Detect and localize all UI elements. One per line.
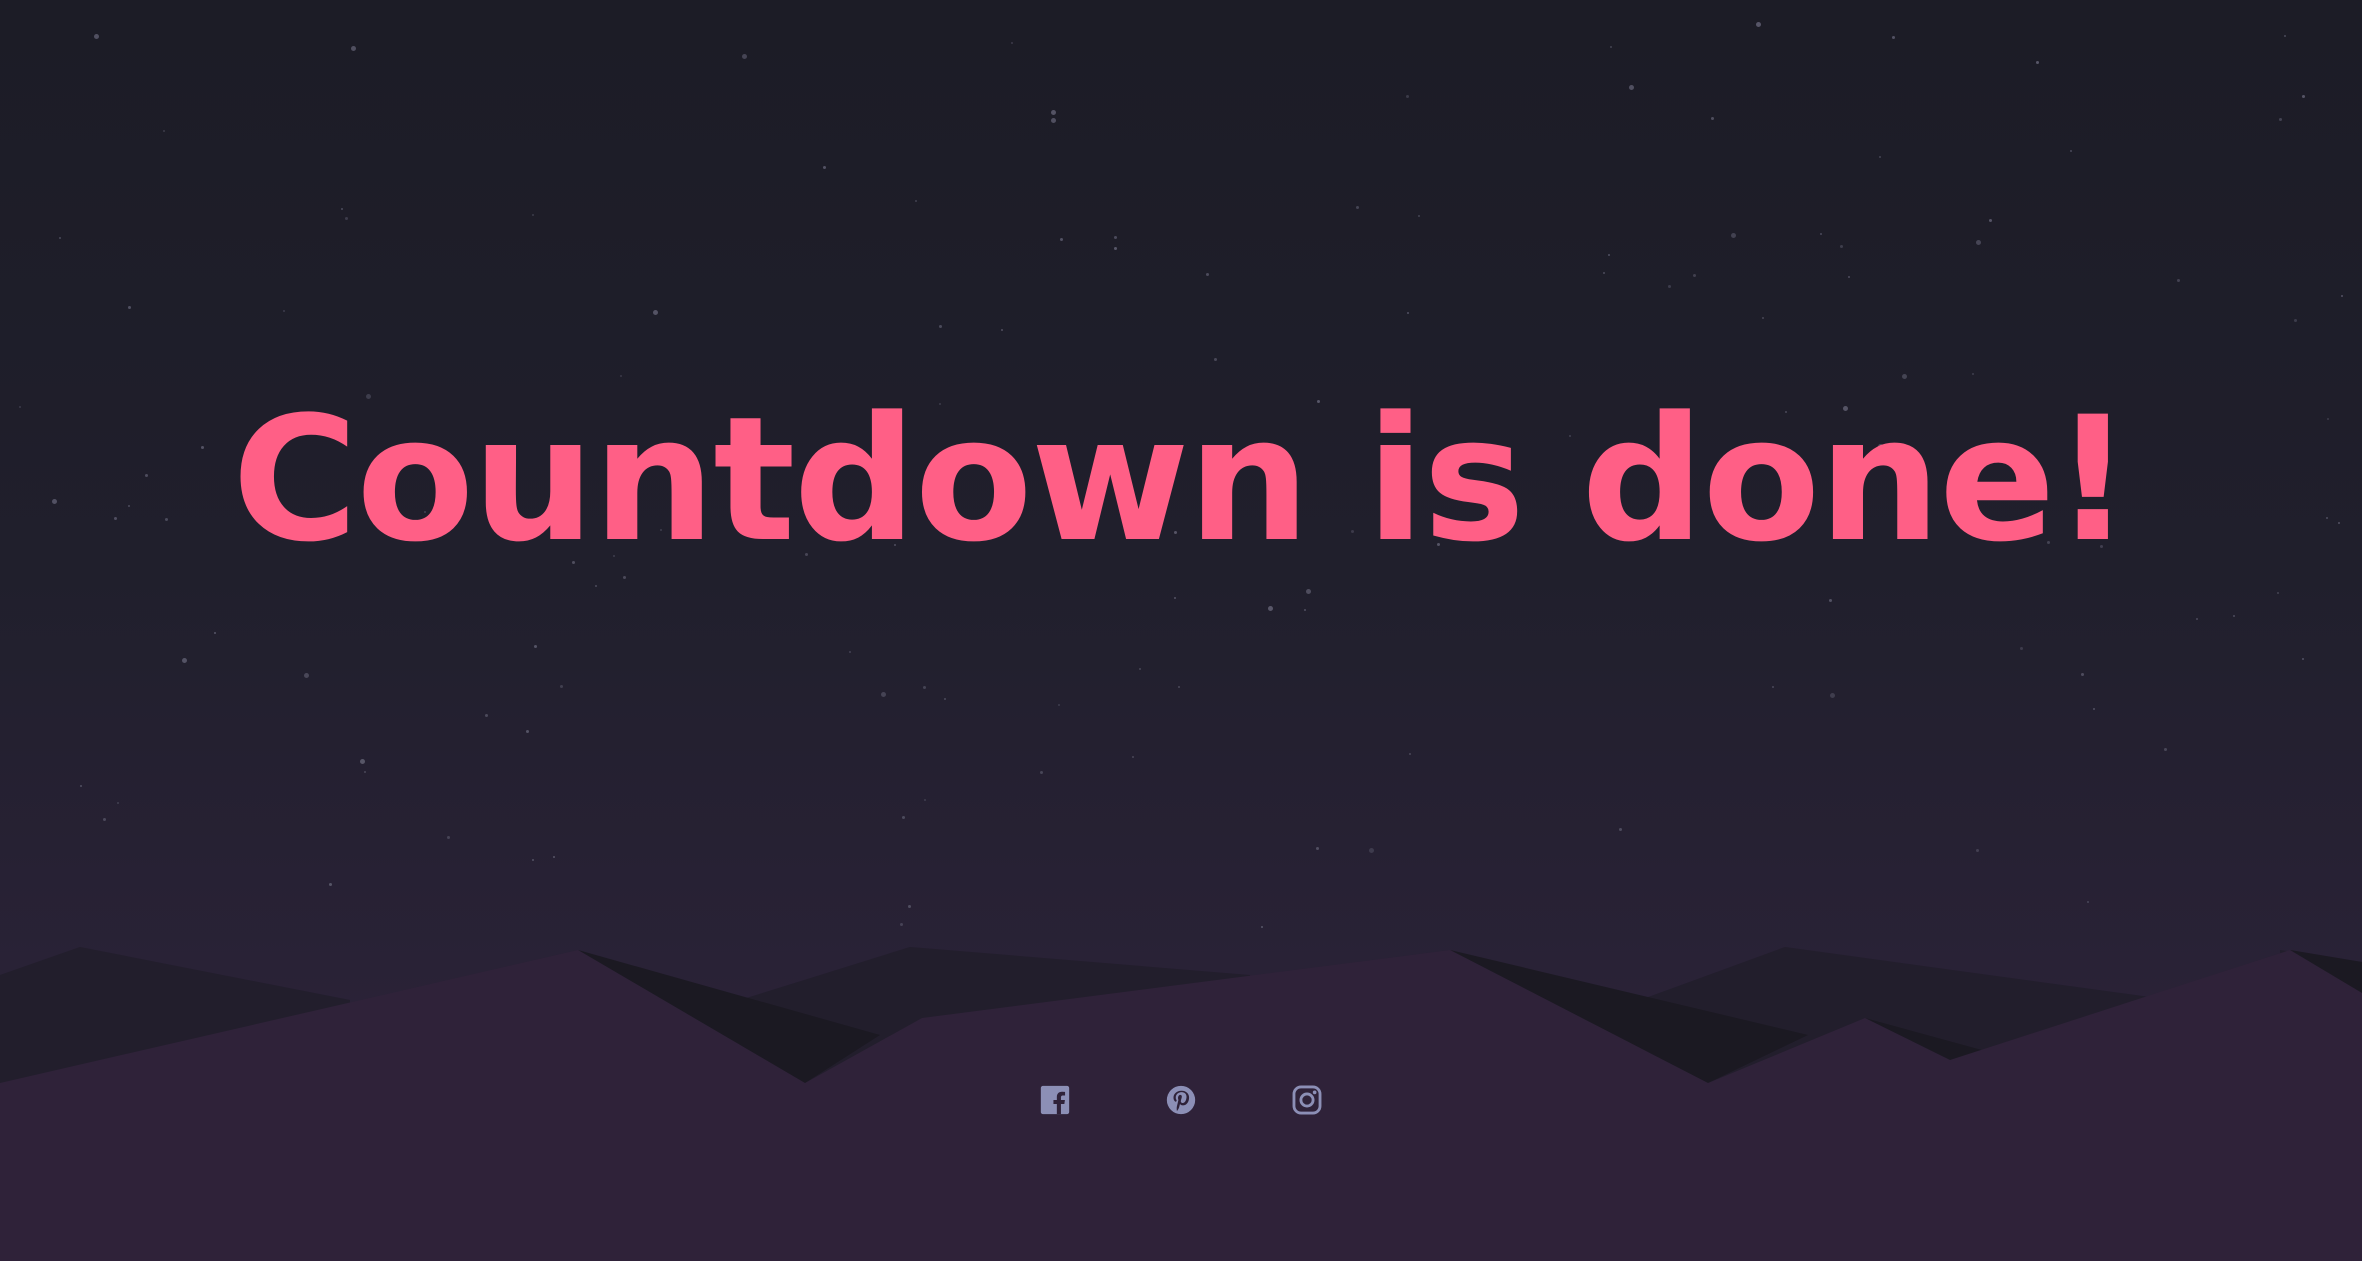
facebook-icon: [1040, 1085, 1070, 1115]
instagram-icon: [1292, 1085, 1322, 1115]
countdown-page: Countdown is done!: [0, 0, 2362, 1261]
social-links: [0, 1082, 2362, 1130]
pinterest-icon: [1166, 1085, 1196, 1115]
pinterest-link[interactable]: [1163, 1082, 1199, 1118]
countdown-heading: Countdown is done!: [231, 379, 2132, 580]
instagram-link[interactable]: [1289, 1082, 1325, 1118]
facebook-link[interactable]: [1037, 1082, 1073, 1118]
mountain-silhouette: [0, 947, 2362, 1261]
